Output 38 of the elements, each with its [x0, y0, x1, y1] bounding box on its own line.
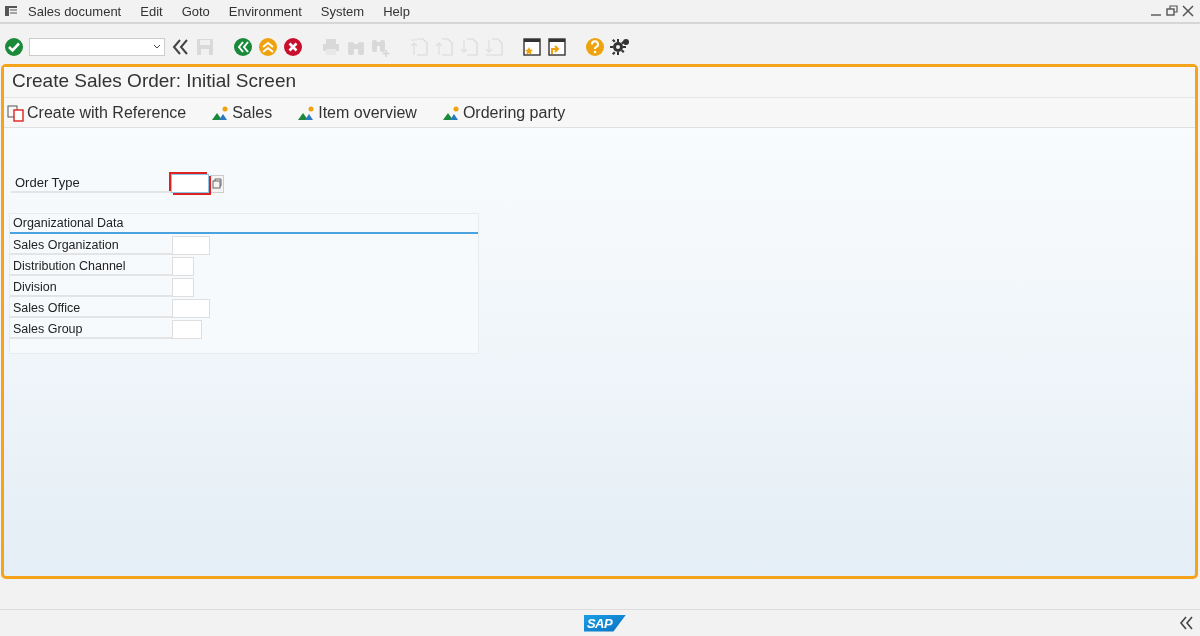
screen-title: Create Sales Order: Initial Screen	[4, 67, 1195, 98]
menu-item[interactable]: Help	[383, 3, 410, 19]
input-field[interactable]	[172, 299, 210, 318]
double-chevron-left-icon[interactable]	[1178, 615, 1194, 631]
close-icon[interactable]	[1182, 5, 1194, 17]
field-label: Division	[10, 280, 172, 297]
sap-logo: SAP	[583, 614, 627, 632]
dropdown-icon[interactable]	[152, 43, 162, 51]
input-field[interactable]	[172, 320, 202, 339]
restore-icon[interactable]	[1166, 5, 1178, 17]
input-field[interactable]	[172, 278, 194, 297]
confirm-icon[interactable]	[4, 37, 24, 57]
menu-item[interactable]: Goto	[181, 3, 210, 19]
help-icon[interactable]	[585, 37, 605, 57]
toolbar-button[interactable]: Sales	[212, 103, 273, 122]
field-label: Distribution Channel	[10, 259, 172, 276]
menu-item[interactable]: System	[320, 3, 365, 19]
menu-icon[interactable]	[4, 5, 18, 17]
exit-icon[interactable]	[258, 37, 278, 57]
toolbar-button[interactable]: Ordering party	[442, 103, 566, 122]
cancel-icon[interactable]	[283, 37, 303, 57]
menu-item[interactable]: Edit	[140, 3, 163, 19]
copy-document-icon	[7, 103, 25, 122]
field-label: Sales Group	[10, 322, 172, 339]
toolbar-button[interactable]: Item overview	[298, 103, 417, 122]
menu-item[interactable]: Environment	[228, 3, 302, 19]
back-icon[interactable]	[233, 37, 253, 57]
toolbar-button[interactable]: Create with Reference	[7, 103, 187, 122]
double-chevron-left-icon[interactable]	[170, 37, 190, 57]
order-type-field[interactable]	[171, 174, 209, 193]
command-field[interactable]	[29, 38, 165, 56]
menu-item[interactable]: Sales document	[28, 3, 122, 19]
group-title: Organizational Data	[10, 214, 478, 234]
field-label: Sales Organization	[10, 238, 172, 255]
input-field[interactable]	[172, 257, 194, 276]
input-field[interactable]	[172, 236, 210, 255]
settings-icon[interactable]	[610, 37, 630, 57]
field-label: Sales Office	[10, 301, 172, 318]
